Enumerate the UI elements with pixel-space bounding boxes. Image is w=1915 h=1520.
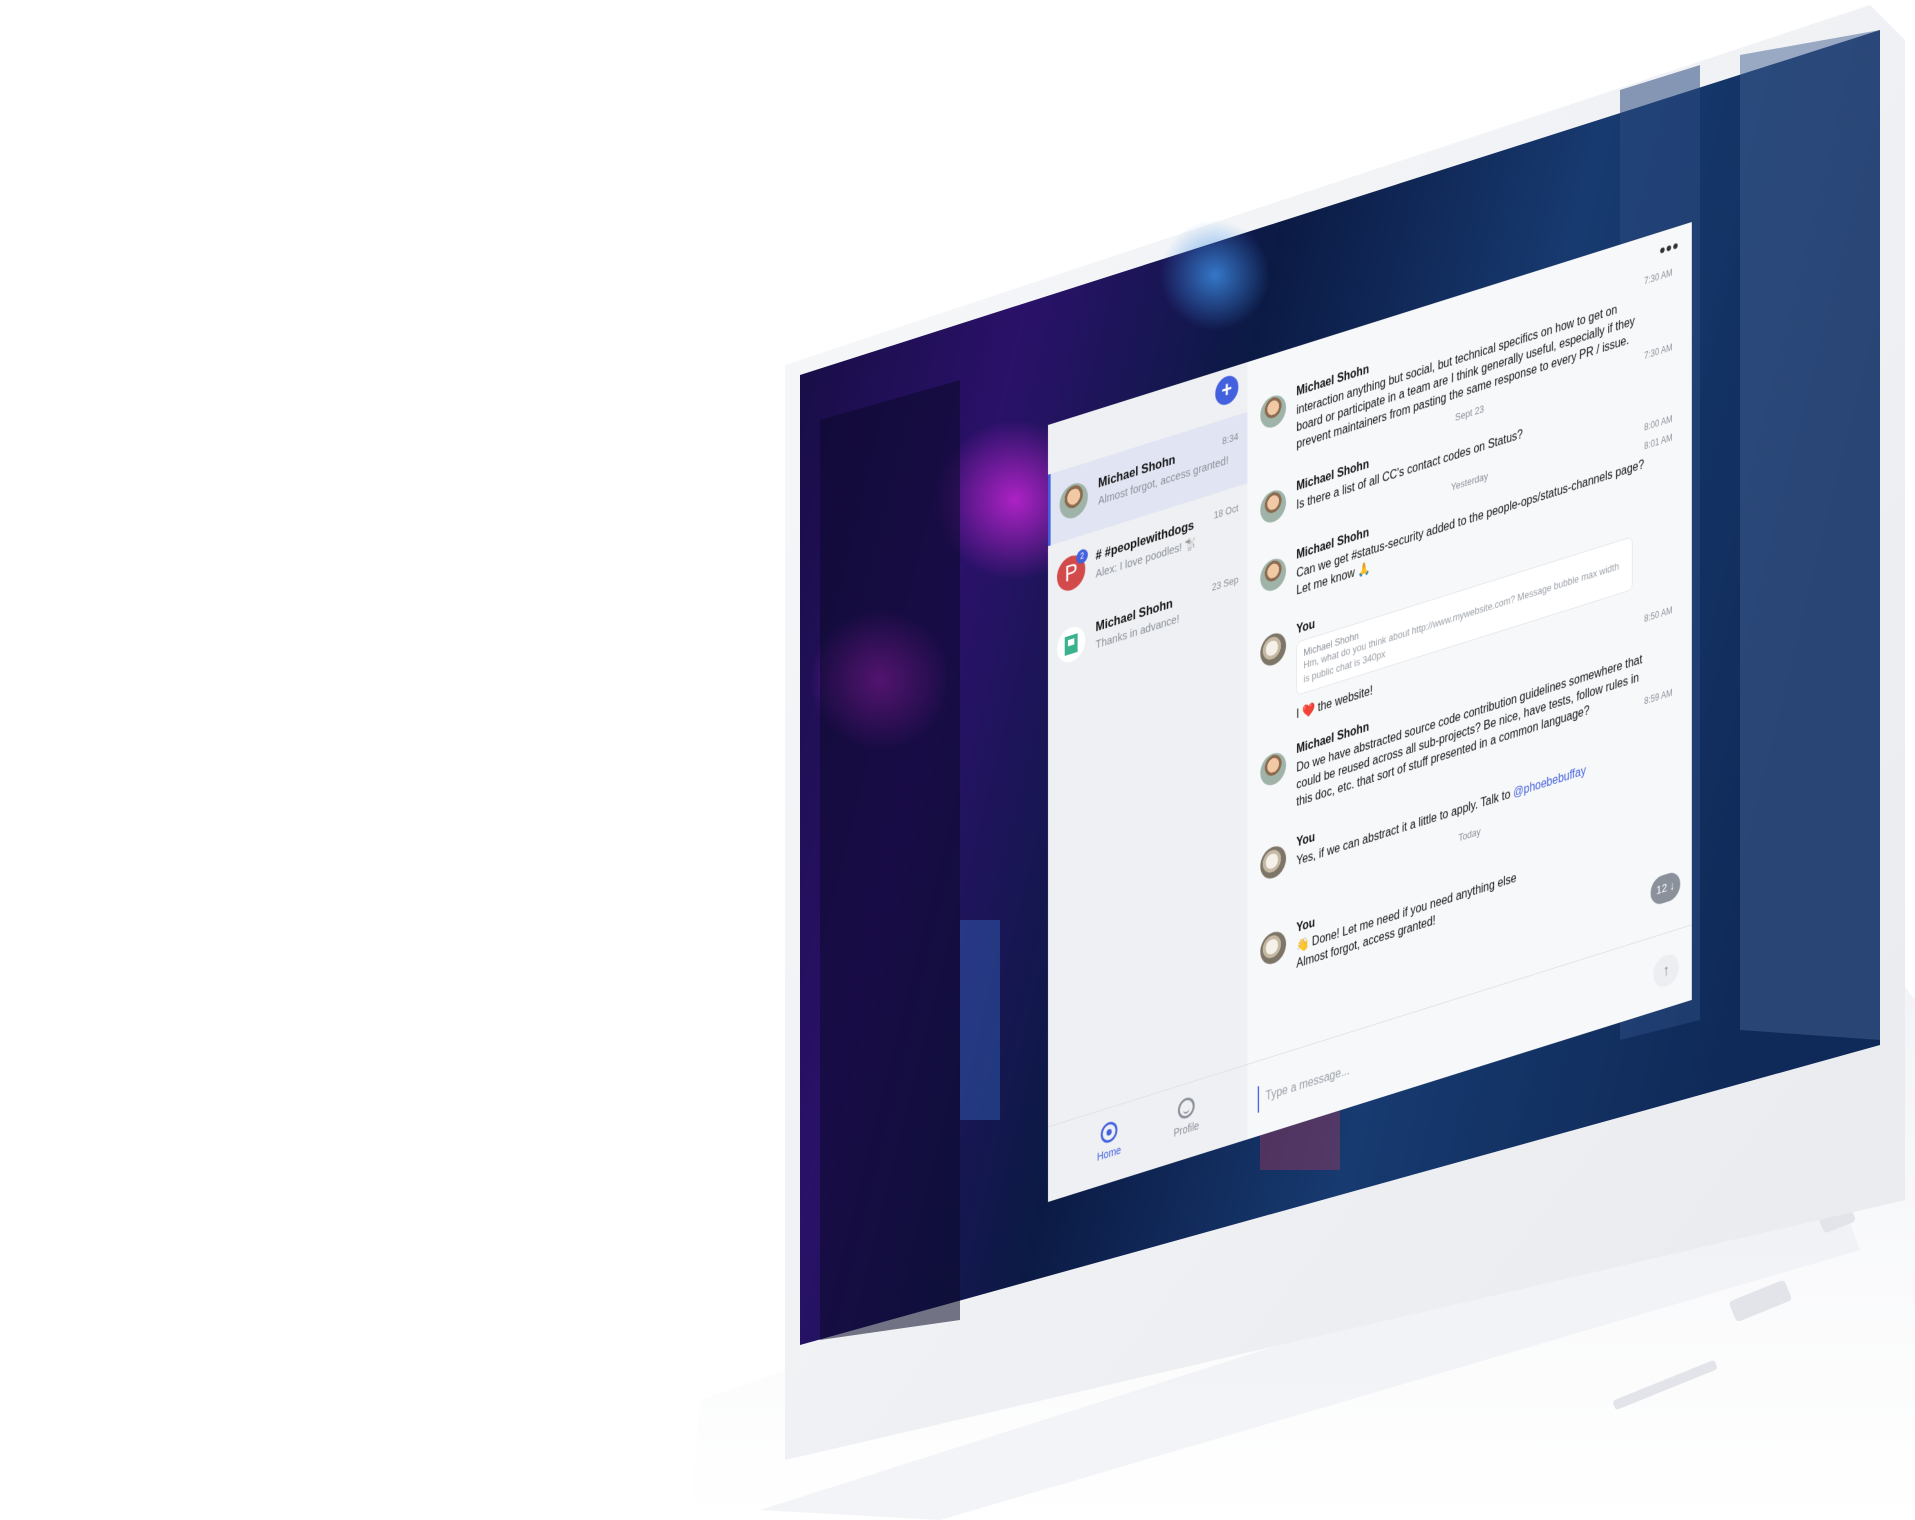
avatar [1260,487,1286,526]
stage: + Michael Shohn Almost forgot, access gr… [0,0,1915,1520]
arrow-up-icon: ↑ [1663,961,1669,980]
avatar [1060,479,1088,522]
message-time: 8:50 AM [1644,605,1672,625]
chat-pane: ••• Michael Shohn interaction anything b… [1247,222,1691,1139]
unread-count-label: 12 ↓ [1656,879,1674,898]
chat-list: Michael Shohn Almost forgot, access gran… [1048,412,1247,689]
wallpaper-light [960,920,1000,1120]
unread-badge: 2 [1076,548,1088,566]
new-chat-button[interactable]: + [1215,373,1238,408]
chat-time: 8:34 [1222,430,1238,447]
message-list[interactable]: Michael Shohn interaction anything but s… [1247,253,1691,1038]
avatar [1260,392,1286,431]
wallpaper-building [1740,30,1880,1040]
avatar [1260,749,1286,788]
avatar [1260,630,1286,669]
message: You 👋 Done! Let me need if you need anyt… [1260,804,1672,934]
message-time: 8:59 AM [1644,687,1672,707]
home-icon [1101,1120,1118,1145]
avatar [1260,928,1286,967]
wallpaper-glow [1160,220,1270,330]
message-time: 8:01 AM [1644,432,1672,452]
tab-home[interactable]: Home [1074,1111,1145,1171]
avatar [1260,555,1286,594]
chat-time: 18 Oct [1214,502,1239,521]
plus-icon: + [1222,376,1233,403]
avatar [1057,623,1085,666]
more-options-button[interactable]: ••• [1659,237,1679,259]
avatar [1260,843,1286,882]
sidebar: + Michael Shohn Almost forgot, access gr… [1048,362,1248,1202]
send-button[interactable]: ↑ [1653,951,1679,990]
scroll-to-bottom-button[interactable]: 12 ↓ [1651,870,1681,907]
message-time: 7:30 AM [1644,267,1672,287]
chat-time: 23 Sep [1212,573,1239,593]
tab-profile[interactable]: Profile [1151,1087,1222,1147]
smiley-icon [1178,1095,1195,1120]
wallpaper-building [820,380,960,1340]
